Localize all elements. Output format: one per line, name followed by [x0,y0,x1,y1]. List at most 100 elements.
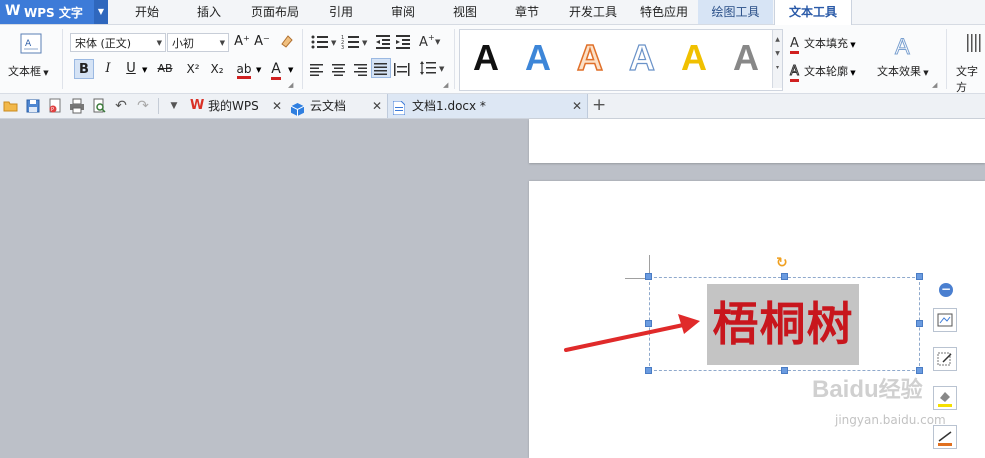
text-direction-vertical-icon[interactable] [966,34,982,58]
close-icon[interactable]: ✕ [372,94,382,118]
style-blue-outline[interactable]: A [622,36,662,80]
export-pdf-icon[interactable]: P [47,98,63,114]
print-icon[interactable] [69,98,85,114]
new-tab-icon[interactable]: + [592,95,606,115]
grow-font-button[interactable]: A⁺ [232,32,252,52]
svg-text:+: + [428,33,435,42]
font-color-label: A [271,61,281,80]
rotate-handle-icon[interactable]: ↻ [776,255,788,271]
resize-handle-ne[interactable] [916,273,923,280]
style-yellow[interactable]: A [674,36,714,80]
text-style-gallery[interactable]: A A A A A A ▲ ▼ ▾ [459,29,783,91]
font-color-button[interactable]: A [266,59,286,80]
open-folder-icon[interactable] [3,98,19,114]
app-dropdown-icon[interactable]: ▼ [94,0,108,24]
tab-label: 文档1.docx * [412,99,486,113]
align-left-icon[interactable] [310,61,324,80]
tab-page-layout[interactable]: 页面布局 [244,0,306,24]
font-size-select[interactable]: 小初 ▼ [167,33,229,52]
shrink-font-button[interactable]: A⁻ [252,32,272,52]
gallery-up-icon[interactable]: ▲ [773,36,782,43]
distribute-icon[interactable] [394,61,410,80]
tab-home[interactable]: 开始 [122,0,172,24]
highlighted-text-area: 梧桐树 [707,284,859,365]
textbox-icon[interactable]: A [18,31,44,57]
resize-handle-s[interactable] [781,367,788,374]
tab-view[interactable]: 视图 [442,0,488,24]
redo-icon[interactable]: ↷ [135,98,151,114]
more-commands-icon[interactable]: ▼ [166,98,182,114]
clear-format-icon[interactable] [276,32,296,52]
tab-features[interactable]: 特色应用 [632,0,696,24]
text-effect-icon[interactable]: A [895,34,911,60]
strikethrough-button[interactable]: AB [152,59,178,79]
resize-handle-nw[interactable] [645,273,652,280]
layout-options-icon[interactable] [933,308,957,332]
svg-text:▼: ▼ [439,65,445,73]
text-fill-label: 文本填充 [804,37,848,50]
superscript-button[interactable]: X² [183,59,203,79]
paragraph-dialog-launcher-icon[interactable]: ◢ [443,81,448,89]
font-name-select[interactable]: 宋体 (正文) ▼ [70,33,166,52]
bold-button[interactable]: B [74,59,94,79]
line-spacing-icon[interactable]: ▼ [420,60,448,80]
save-icon[interactable] [25,98,41,114]
gallery-scroll[interactable]: ▲ ▼ ▾ [772,30,782,88]
tab-review[interactable]: 审阅 [380,0,426,24]
font-dialog-launcher-icon[interactable]: ◢ [288,81,293,89]
shape-style-icon[interactable] [933,347,957,371]
close-icon[interactable]: ✕ [272,94,282,118]
textbox-button[interactable]: 文本框 ▼ [8,63,49,79]
resize-handle-n[interactable] [781,273,788,280]
ribbon-divider [454,29,455,89]
tab-chapter[interactable]: 章节 [504,0,550,24]
ribbon-divider [62,29,63,89]
svg-text:P: P [51,107,54,113]
app-menu-button[interactable]: W WPS 文字 ▼ [0,0,108,24]
justify-icon[interactable] [371,58,391,78]
resize-handle-e[interactable] [916,320,923,327]
tab-my-wps[interactable]: W 我的WPS ✕ [186,94,286,118]
text-direction-button[interactable]: 文字方 [956,63,985,95]
textbox-text[interactable]: 梧桐树 [707,284,859,365]
collapse-icon[interactable]: − [939,283,953,297]
highlight-dropdown-icon[interactable]: ▼ [256,66,261,74]
text-effect-button[interactable]: 文本效果 ▼ [877,63,929,79]
style-gray-gradient[interactable]: A [726,36,766,80]
highlight-button[interactable]: ab [234,59,254,79]
text-style-dialog-launcher-icon[interactable]: ◢ [932,81,937,89]
underline-dropdown-icon[interactable]: ▼ [142,66,147,74]
tab-references[interactable]: 引用 [318,0,364,24]
gallery-down-icon[interactable]: ▼ [773,50,782,57]
text-fill-button[interactable]: A 文本填充 ▼ [790,32,856,54]
subscript-button[interactable]: X₂ [207,59,227,79]
font-color-dropdown-icon[interactable]: ▼ [288,66,293,74]
bullet-list-icon[interactable]: ▼ [310,34,340,54]
align-center-icon[interactable] [332,61,346,80]
style-black[interactable]: A [466,36,506,80]
tab-document1[interactable]: 文档1.docx * ✕ [387,94,588,118]
close-icon[interactable]: ✕ [572,94,582,118]
undo-icon[interactable]: ↶ [113,98,129,114]
tab-text-tools[interactable]: 文本工具 [774,0,852,25]
line-color-icon[interactable] [933,425,957,449]
ribbon-divider [946,29,947,89]
fill-color-icon[interactable] [933,386,957,410]
text-direction-icon[interactable]: A + ▼ [418,32,444,54]
tab-cloud-docs[interactable]: 云文档 ✕ [288,94,386,118]
print-preview-icon[interactable] [91,98,107,114]
tab-developer[interactable]: 开发工具 [562,0,624,24]
decrease-indent-icon[interactable] [375,34,391,54]
tab-drawing-tools[interactable]: 绘图工具 [698,0,773,24]
style-blue[interactable]: A [518,36,558,80]
gallery-more-icon[interactable]: ▾ [773,64,782,71]
tab-insert[interactable]: 插入 [184,0,234,24]
style-orange-outline[interactable]: A [570,36,610,80]
text-outline-button[interactable]: A 文本轮廓 ▼ [790,60,856,82]
italic-button[interactable]: I [98,59,118,79]
underline-button[interactable]: U [121,59,141,79]
resize-handle-sw[interactable] [645,367,652,374]
increase-indent-icon[interactable] [395,34,411,54]
align-right-icon[interactable] [354,61,368,80]
numbered-list-icon[interactable]: 1 2 3 ▼ [341,34,371,54]
